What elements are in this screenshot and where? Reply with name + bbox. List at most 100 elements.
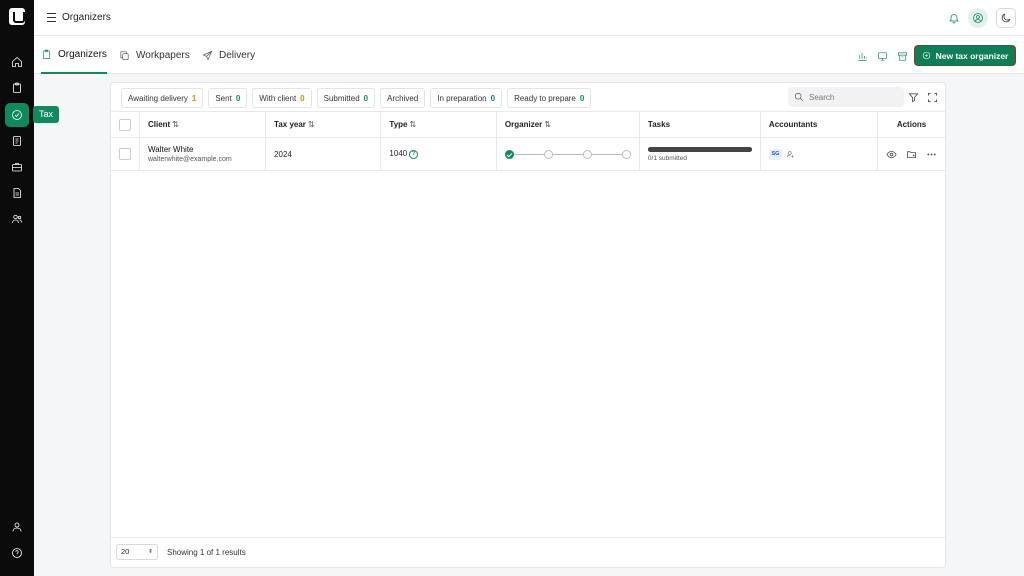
step-complete-icon [504, 149, 514, 159]
plus-circle-icon [922, 51, 930, 60]
account-icon[interactable] [968, 8, 988, 28]
page-size-value: 20 [121, 547, 130, 556]
briefcase-icon[interactable] [5, 155, 29, 179]
column-label: Organizer [504, 120, 543, 129]
users-icon[interactable] [5, 207, 29, 231]
column-label: Tasks [647, 120, 671, 129]
column-header-type[interactable]: Type ⇅ [380, 111, 497, 138]
organizer-progress-steps [504, 149, 631, 159]
monitor-icon[interactable] [877, 49, 889, 61]
filter-icon[interactable] [908, 90, 920, 103]
status-filters: Awaiting delivery 1 Sent 0 With client 0… [121, 88, 592, 108]
tab-label: Delivery [219, 49, 256, 61]
column-header-actions: Actions [877, 111, 945, 138]
copy-icon [120, 50, 129, 60]
clipboard-icon[interactable] [5, 76, 29, 100]
accountant-avatar[interactable]: SG [768, 148, 782, 160]
tax-tooltip: Tax [33, 106, 60, 123]
help-icon[interactable] [5, 541, 29, 565]
column-header-client[interactable]: Client ⇅ [139, 111, 267, 138]
sort-icon: ⇅ [409, 120, 417, 129]
page-title: Organizers [62, 12, 111, 23]
row-checkbox[interactable] [119, 148, 131, 160]
sort-icon: ⇅ [544, 120, 551, 129]
assign-user-icon[interactable] [786, 150, 795, 159]
step-connector [552, 153, 583, 155]
column-header-tax-year[interactable]: Tax year ⇅ [265, 111, 382, 138]
filter-label: With client [259, 93, 297, 103]
search-icon [794, 92, 803, 101]
top-bar: Organizers [34, 0, 1024, 36]
file-text-icon[interactable] [5, 181, 29, 205]
filter-count: 0 [490, 93, 496, 103]
theme-toggle-icon[interactable] [996, 8, 1016, 28]
menu-icon[interactable] [47, 13, 56, 22]
sub-navigation: Organizers Workpapers Delivery New tax o… [34, 36, 1024, 74]
filter-submitted[interactable]: Submitted 0 [316, 88, 376, 108]
chart-icon[interactable] [857, 49, 869, 61]
tasks-progress-fill [647, 146, 752, 152]
column-label: Tax year [274, 120, 306, 129]
filter-count: 0 [235, 93, 241, 103]
bell-icon[interactable] [944, 8, 964, 28]
page-size-select[interactable]: 20 ⬍ [116, 544, 158, 560]
filter-in-preparation[interactable]: In preparation 0 [430, 88, 503, 108]
client-cell: Walter White walterwhite@example.com [139, 137, 267, 171]
step-connector [513, 153, 544, 155]
select-all-checkbox[interactable] [119, 118, 131, 131]
app-logo[interactable] [9, 8, 25, 25]
filter-with-client[interactable]: With client 0 [252, 88, 312, 108]
filter-sent[interactable]: Sent 0 [208, 88, 248, 108]
new-tax-organizer-button[interactable]: New tax organizer [914, 45, 1016, 66]
tab-delivery[interactable]: Delivery [202, 36, 255, 74]
filter-label: In preparation [437, 93, 487, 103]
filter-label: Sent [215, 93, 232, 103]
filter-count: 0 [363, 93, 369, 103]
search-input[interactable] [809, 92, 899, 102]
column-header-organizer[interactable]: Organizer ⇅ [496, 111, 640, 138]
step-pending-icon [582, 149, 592, 159]
type-value: 1040 [389, 149, 408, 159]
chevron-updown-icon: ⬍ [147, 549, 153, 555]
home-icon[interactable] [5, 50, 29, 74]
search-box [788, 87, 904, 107]
filter-count: 0 [579, 93, 585, 103]
organizers-table: Client ⇅ Tax year ⇅ Type ⇅ Organizer ⇅ Tasks… [111, 111, 945, 171]
help-circle-icon[interactable]: ? [409, 149, 419, 159]
filter-archived[interactable]: Archived [380, 88, 426, 108]
tab-label: Organizers [58, 48, 107, 60]
fullscreen-icon[interactable] [927, 90, 939, 102]
more-icon[interactable] [926, 149, 937, 160]
column-label: Actions [896, 120, 927, 129]
step-pending-icon [621, 149, 631, 159]
tasks-status-text: 0/1 submitted [647, 154, 687, 162]
select-all-cell [111, 111, 140, 138]
type-cell: 1040? [380, 137, 497, 171]
column-header-accountants: Accountants [760, 111, 879, 138]
sort-icon: ⇅ [307, 120, 315, 129]
table-footer: 20 ⬍ Showing 1 of 1 results [111, 537, 945, 567]
tasks-progress-track [647, 146, 752, 152]
client-name[interactable]: Walter White [148, 145, 257, 154]
filter-awaiting-delivery[interactable]: Awaiting delivery 1 [121, 88, 204, 108]
clipboard-icon [42, 49, 51, 59]
table-row[interactable]: Walter White walterwhite@example.com 202… [111, 137, 945, 171]
archive-icon[interactable] [897, 49, 909, 61]
step-connector [591, 153, 622, 155]
column-label: Type [389, 120, 408, 129]
tab-organizers[interactable]: Organizers [41, 36, 107, 74]
view-icon[interactable] [886, 149, 897, 160]
column-label: Client [148, 120, 171, 129]
tax-icon[interactable] [5, 103, 29, 127]
organizer-cell [496, 137, 640, 171]
folder-icon[interactable] [906, 149, 917, 160]
table-header-row: Client ⇅ Tax year ⇅ Type ⇅ Organizer ⇅ Tasks… [111, 111, 945, 138]
tasks-cell: 0/1 submitted [639, 137, 761, 171]
filter-ready-to-prepare[interactable]: Ready to prepare 0 [507, 88, 592, 108]
tab-workpapers[interactable]: Workpapers [119, 36, 190, 74]
user-icon[interactable] [5, 515, 29, 539]
send-icon [202, 50, 213, 60]
filter-label: Awaiting delivery [128, 93, 188, 103]
accountants-cell: SG [760, 137, 879, 171]
document-icon[interactable] [5, 129, 29, 153]
